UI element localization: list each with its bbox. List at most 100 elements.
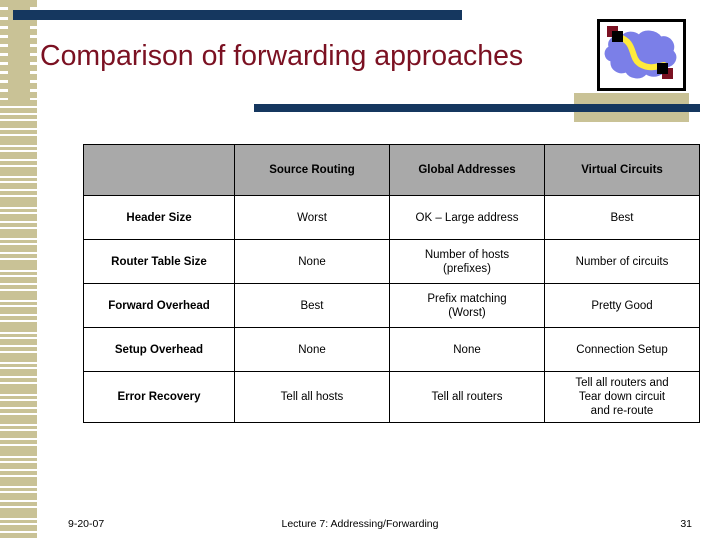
decorative-stripe (0, 115, 37, 119)
decorative-stripe (30, 92, 37, 98)
decorative-stripe (0, 47, 8, 53)
row-label: Router Table Size (83, 239, 235, 284)
decorative-stripe (0, 378, 37, 382)
decorative-stripe-band (0, 0, 37, 540)
decorative-stripe (0, 401, 37, 407)
decorative-stripe (0, 10, 8, 17)
table-row: Forward Overhead Best Prefix matching (Wors… (83, 283, 700, 328)
decorative-stripe (0, 65, 8, 71)
table-cell: None (234, 327, 390, 372)
decorative-stripe (0, 307, 37, 314)
decorative-stripe (0, 240, 37, 243)
decorative-stripe (0, 426, 37, 429)
decorative-stripe (0, 409, 37, 413)
table-cell: Best (544, 195, 700, 240)
decorative-stripe (0, 20, 8, 26)
table-cell: Pretty Good (544, 283, 700, 328)
network-cloud-logo (597, 19, 686, 91)
table-cell: Tell all hosts (234, 371, 390, 423)
table-row: Header Size Worst OK – Large address Best (83, 195, 700, 240)
decorative-stripe (0, 100, 8, 106)
decorative-stripe (30, 20, 37, 26)
decorative-stripe (30, 83, 37, 89)
decorative-stripe (0, 431, 37, 438)
decorative-stripe (0, 191, 37, 195)
column-header-global-addresses: Global Addresses (389, 144, 545, 196)
decorative-stripe (30, 100, 37, 106)
decorative-stripe (0, 471, 37, 475)
decorative-stripe (0, 83, 8, 89)
decorative-stripe (0, 369, 37, 376)
decorative-stripe (0, 108, 37, 113)
table-cell: Prefix matching (Worst) (389, 283, 545, 328)
decorative-stripe (0, 353, 37, 362)
decorative-stripe (0, 272, 37, 275)
table-cell: Number of hosts (prefixes) (389, 239, 545, 284)
decorative-stripe (0, 477, 37, 486)
table-cell: Number of circuits (544, 239, 700, 284)
decorative-stripe (0, 316, 37, 320)
decorative-stripe (30, 0, 37, 7)
decorative-stripe (30, 47, 37, 53)
table-cell: Tell all routers and Tear down circuit and… (544, 371, 700, 423)
table-row: Setup Overhead None None Connection Setup (83, 327, 700, 372)
decorative-stripe (0, 56, 8, 62)
decorative-stripe (0, 254, 37, 258)
decorative-stripe (0, 29, 8, 35)
decorative-stripe (0, 440, 37, 444)
decorative-stripe (30, 74, 37, 80)
decorative-stripe (0, 463, 37, 469)
decorative-stripe (30, 56, 37, 62)
decorative-stripe (0, 488, 37, 491)
decorative-stripe (0, 322, 37, 332)
decorative-stripe (0, 364, 37, 367)
table-cell: OK – Large address (389, 195, 545, 240)
decorative-stripe (30, 38, 37, 44)
decorative-stripe (0, 260, 37, 270)
table-row: Router Table Size None Number of hosts (pre… (83, 239, 700, 284)
decorative-stripe (0, 396, 37, 399)
decorative-stripe (0, 197, 37, 207)
page-title: Comparison of forwarding approaches (40, 40, 524, 72)
decorative-stripe (0, 38, 8, 44)
table-header-row: Source Routing Global Addresses Virtual … (83, 144, 700, 196)
comparison-table: Source Routing Global Addresses Virtual … (83, 144, 700, 423)
table-cell: Connection Setup (544, 327, 700, 372)
network-cloud-icon (604, 26, 677, 79)
table-cell: None (234, 239, 390, 284)
decorative-stripe (0, 0, 8, 7)
decorative-stripe (0, 446, 37, 456)
decorative-stripe (0, 161, 37, 165)
decorative-stripe (0, 147, 37, 150)
decorative-stripe (0, 384, 37, 394)
decorative-stripe (0, 209, 37, 212)
row-label: Header Size (83, 195, 235, 240)
row-label: Setup Overhead (83, 327, 235, 372)
decorative-stripe (0, 508, 37, 518)
column-header-virtual-circuits: Virtual Circuits (544, 144, 700, 196)
decorative-stripe (0, 502, 37, 506)
decorative-stripe (0, 223, 37, 227)
table-cell: Best (234, 283, 390, 328)
table-body: Header Size Worst OK – Large address Best Ro… (83, 195, 700, 423)
decorative-stripe (0, 339, 37, 345)
decorative-stripe (30, 29, 37, 35)
bottom-accent-bar (254, 104, 700, 112)
decorative-stripe (0, 347, 37, 351)
decorative-stripe (0, 302, 37, 305)
decorative-stripe (0, 136, 37, 145)
top-accent-bar (13, 10, 462, 20)
table-corner-cell (83, 144, 235, 196)
decorative-stripe (0, 167, 37, 176)
decorative-stripe (0, 493, 37, 500)
decorative-stripe (0, 415, 37, 424)
decorative-stripe (0, 152, 37, 159)
decorative-stripe (30, 65, 37, 71)
table-row: Error Recovery Tell all hosts Tell all rou… (83, 371, 700, 423)
decorative-stripe (0, 130, 37, 134)
decorative-stripe (0, 277, 37, 283)
footer-page-number: 31 (680, 518, 692, 530)
decorative-stripe (0, 334, 37, 337)
table-cell: None (389, 327, 545, 372)
slide-canvas: Comparison of forwarding approaches Sour… (0, 0, 720, 540)
